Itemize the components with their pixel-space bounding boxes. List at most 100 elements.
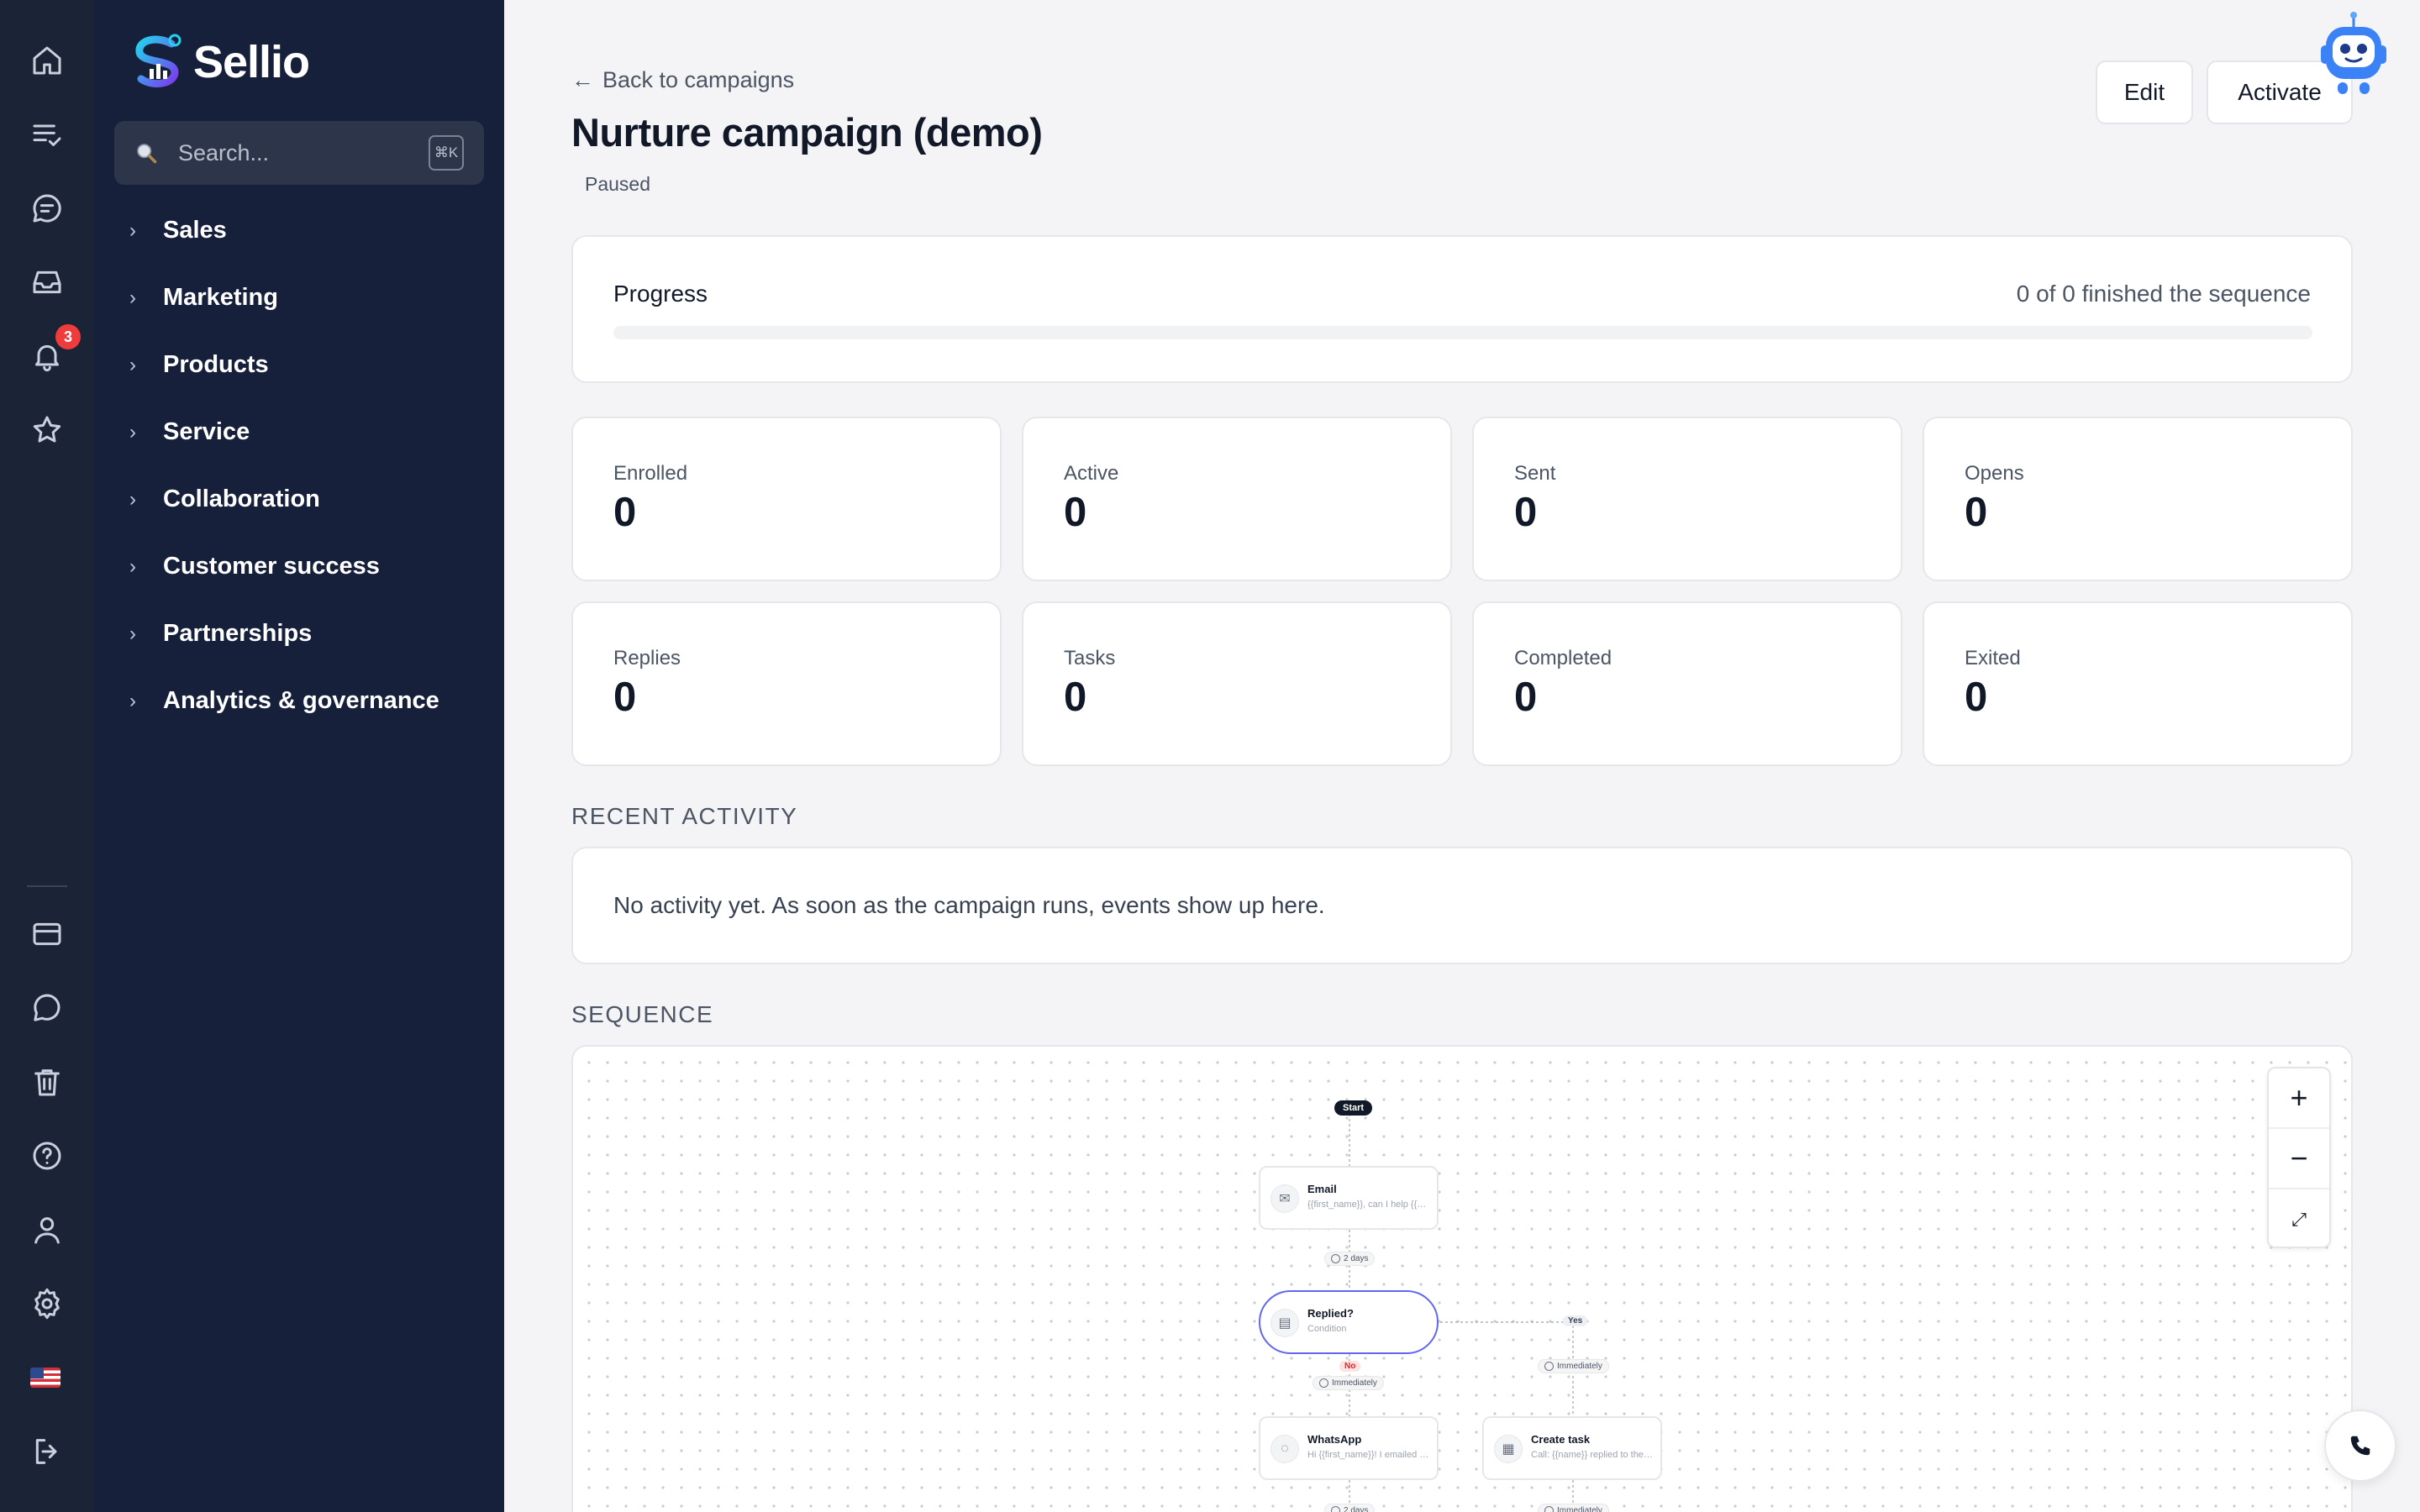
nav-item-label: Collaboration <box>163 486 320 512</box>
inbox-icon[interactable] <box>29 264 66 301</box>
sellio-logo[interactable]: Sellio <box>131 32 310 92</box>
nav-item-marketing[interactable]: › Marketing <box>129 284 278 312</box>
home-icon[interactable] <box>29 42 66 79</box>
flow-start-node[interactable]: Start <box>1334 1100 1373 1116</box>
flow-delay-immediately-yes: Immediately <box>1538 1359 1609 1373</box>
stat-value: 0 <box>1064 675 1087 720</box>
nav-item-partnerships[interactable]: › Partnerships <box>129 620 312 648</box>
stat-label: Active <box>1064 462 1119 485</box>
envelope-icon: ✉ <box>1270 1184 1299 1213</box>
back-link-label: Back to campaigns <box>602 67 795 92</box>
search-icon <box>137 144 157 164</box>
chat-icon[interactable] <box>29 190 66 227</box>
assistant-robot-icon[interactable] <box>2316 10 2391 102</box>
zoom-in-button[interactable]: + <box>2269 1068 2329 1129</box>
flow-node-title: Email <box>1307 1183 1337 1195</box>
flow-node-subtitle: Call: {{name}} replied to the… <box>1531 1450 1653 1460</box>
settings-icon[interactable] <box>29 1285 66 1322</box>
back-to-campaigns-link[interactable]: ← Back to campaigns <box>571 67 794 93</box>
chevron-right-icon: › <box>129 689 136 712</box>
nav-item-collaboration[interactable]: › Collaboration <box>129 486 320 513</box>
flow-condition-node[interactable]: ▤ Replied? Condition <box>1259 1290 1439 1354</box>
fit-view-button[interactable]: ⤢ <box>2269 1189 2329 1250</box>
search-placeholder: Search... <box>178 139 270 165</box>
chevron-right-icon: › <box>129 487 136 511</box>
task-list-icon[interactable] <box>29 116 66 153</box>
stat-label: Sent <box>1514 462 1556 485</box>
message-icon[interactable] <box>29 990 66 1026</box>
branch-no-tag: No <box>1339 1361 1361 1372</box>
nav-item-label: Marketing <box>163 284 278 311</box>
us-flag-icon[interactable] <box>30 1368 60 1388</box>
nav-item-label: Products <box>163 351 269 378</box>
recent-activity-card: No activity yet. As soon as the campaign… <box>571 847 2353 964</box>
star-icon[interactable] <box>29 412 66 449</box>
stat-value: 0 <box>1514 675 1538 720</box>
help-icon[interactable] <box>29 1137 66 1174</box>
nav-item-customer-success[interactable]: › Customer success <box>129 553 380 580</box>
page-title: Nurture campaign (demo) <box>571 110 1043 155</box>
flow-delay-bottom-right: Immediately <box>1538 1504 1609 1512</box>
logout-icon[interactable] <box>29 1433 66 1470</box>
progress-bar <box>613 326 2312 339</box>
zoom-controls: + − ⤢ <box>2267 1067 2331 1248</box>
status-badge: Paused <box>585 173 651 195</box>
arrow-left-icon: ← <box>571 67 594 92</box>
stat-label: Opens <box>1965 462 2024 485</box>
flow-node-subtitle: Hi {{first_name}}! I emailed … <box>1307 1450 1429 1460</box>
stat-card-tasks: Tasks 0 <box>1022 601 1452 766</box>
chevron-right-icon: › <box>129 286 136 309</box>
stat-label: Exited <box>1965 647 2021 669</box>
main-content: ← Back to campaigns Nurture campaign (de… <box>504 0 2420 1512</box>
logo-mark-icon <box>135 34 182 88</box>
chevron-right-icon: › <box>129 554 136 578</box>
flow-email-node[interactable]: ✉ Email {{first_name}}, can I help {{… <box>1259 1166 1439 1230</box>
notification-badge: 3 <box>55 324 81 349</box>
user-icon[interactable] <box>29 1211 66 1248</box>
zoom-out-button[interactable]: − <box>2269 1129 2329 1189</box>
nav-item-label: Partnerships <box>163 620 313 647</box>
stat-value: 0 <box>1965 490 1988 535</box>
chevron-right-icon: › <box>129 420 136 444</box>
nav-item-analytics-governance[interactable]: › Analytics & governance <box>129 687 439 715</box>
stat-value: 0 <box>613 675 637 720</box>
flow-node-subtitle: Condition <box>1307 1324 1347 1334</box>
task-icon: ▦ <box>1494 1435 1523 1463</box>
stat-label: Completed <box>1514 647 1612 669</box>
rail-divider <box>27 885 67 887</box>
stat-value: 0 <box>1965 675 1988 720</box>
search-input[interactable]: Search... ⌘K <box>114 121 484 185</box>
edit-button[interactable]: Edit <box>2096 60 2193 124</box>
flow-node-title: WhatsApp <box>1307 1433 1362 1446</box>
logo-text: Sellio <box>193 37 310 87</box>
sequence-canvas[interactable]: Start ✉ Email {{first_name}}, can I help… <box>571 1045 2353 1512</box>
trash-icon[interactable] <box>29 1063 66 1100</box>
bell-icon[interactable]: 3 <box>29 324 81 375</box>
flow-node-title: Create task <box>1531 1433 1591 1446</box>
nav-item-sales[interactable]: › Sales <box>129 217 227 244</box>
whatsapp-icon: ◌ <box>1270 1435 1299 1463</box>
nav-item-label: Service <box>163 418 250 445</box>
nav-panel: Sellio Search... ⌘K › Sales › Marketing … <box>94 0 504 1512</box>
nav-item-products[interactable]: › Products <box>129 351 269 379</box>
recent-activity-heading: RECENT ACTIVITY <box>571 803 798 829</box>
stat-value: 0 <box>1514 490 1538 535</box>
nav-item-service[interactable]: › Service <box>129 418 250 446</box>
stat-card-sent: Sent 0 <box>1472 417 1902 581</box>
flow-node-title: Replied? <box>1307 1307 1354 1320</box>
phone-icon <box>2350 1436 2370 1456</box>
phone-call-button[interactable] <box>2324 1410 2396 1482</box>
flow-delay-bottom-left: 2 days <box>1324 1504 1376 1512</box>
stat-value: 0 <box>1064 490 1087 535</box>
stat-card-active: Active 0 <box>1022 417 1452 581</box>
flow-delay-2-days: 2 days <box>1324 1252 1376 1266</box>
activity-empty-text: No activity yet. As soon as the campaign… <box>613 892 1325 918</box>
flow-delay-immediately-no: Immediately <box>1313 1376 1384 1390</box>
chevron-right-icon: › <box>129 622 136 645</box>
flow-whatsapp-node[interactable]: ◌ WhatsApp Hi {{first_name}}! I emailed … <box>1259 1416 1439 1480</box>
credit-card-icon[interactable] <box>29 916 66 953</box>
icon-rail: 3 <box>0 0 94 1512</box>
stat-label: Replies <box>613 647 681 669</box>
sequence-heading: SEQUENCE <box>571 1001 714 1027</box>
flow-create-task-node[interactable]: ▦ Create task Call: {{name}} replied to … <box>1482 1416 1662 1480</box>
